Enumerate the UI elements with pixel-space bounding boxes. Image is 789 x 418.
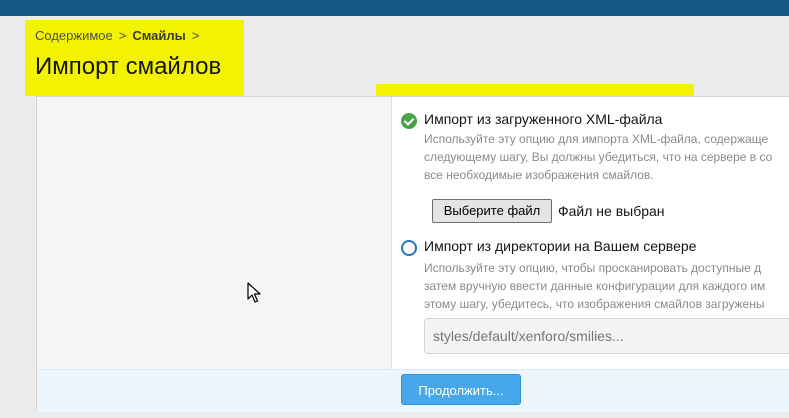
- breadcrumb-separator: >: [191, 28, 200, 43]
- breadcrumb-item-content[interactable]: Содержимое: [35, 28, 113, 43]
- option-xml-label[interactable]: Импорт из загруженного XML-файла: [424, 111, 662, 127]
- option-directory-description-line: затем вручную ввести данные конфигурации…: [424, 279, 766, 293]
- option-directory-label[interactable]: Импорт из директории на Вашем сервере: [424, 238, 696, 254]
- option-directory-description-line: этому шагу, убедитесь, что изображения с…: [424, 297, 765, 311]
- radio-server-directory[interactable]: [401, 240, 417, 256]
- choose-file-button[interactable]: Выберите файл: [432, 199, 552, 223]
- page-title: Импорт смайлов: [35, 53, 222, 80]
- continue-button[interactable]: Продолжить...: [401, 374, 521, 405]
- radio-xml-file[interactable]: [401, 113, 417, 129]
- form-label-column: [37, 97, 392, 369]
- directory-path-input[interactable]: [424, 318, 789, 354]
- mouse-cursor-icon: [247, 282, 261, 303]
- option-xml-description-line: следующему шагу, Вы должны убедиться, чт…: [424, 150, 773, 164]
- option-xml-description-line: Используйте эту опцию для импорта XML-фа…: [424, 132, 769, 146]
- top-nav-bar: [0, 0, 789, 16]
- breadcrumb: Содержимое > Смайлы >: [35, 28, 205, 43]
- breadcrumb-item-smilies[interactable]: Смайлы: [132, 28, 185, 43]
- breadcrumb-separator: >: [118, 28, 127, 43]
- file-status: Файл не выбран: [558, 203, 665, 219]
- option-directory-description-line: Используйте эту опцию, чтобы просканиров…: [424, 261, 762, 275]
- option-xml-description-line: все необходимые изображения смайлов.: [424, 168, 654, 182]
